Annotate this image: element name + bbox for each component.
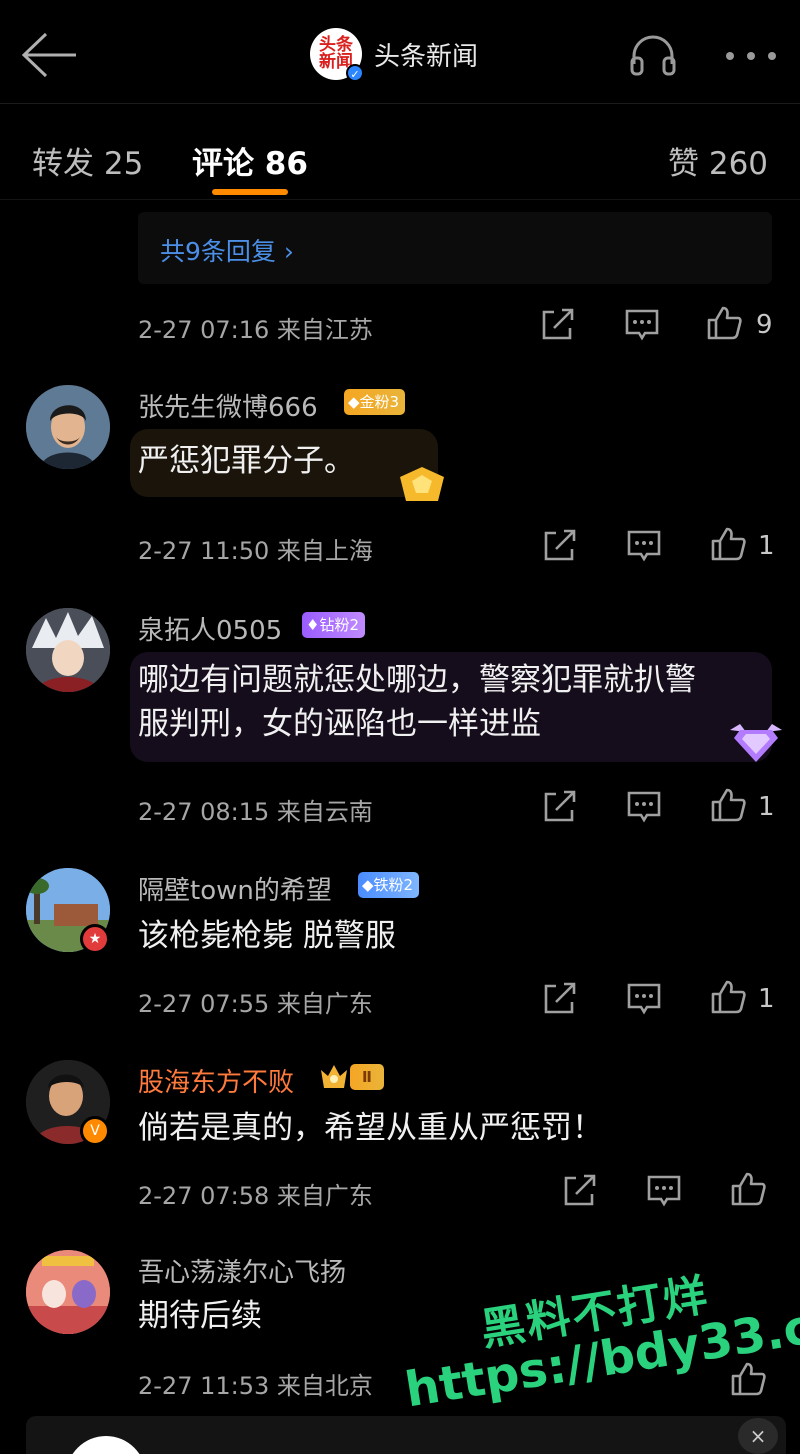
avatar-illustration	[26, 385, 110, 469]
share-icon[interactable]	[542, 529, 578, 563]
tab-bar: 转发 25 评论 86 赞 260	[0, 104, 800, 200]
comment-icon[interactable]	[626, 790, 662, 824]
comment-text: 倘若是真的，希望从重从严惩罚！	[138, 1110, 603, 1146]
avatar[interactable]	[26, 608, 110, 692]
close-icon[interactable]: ×	[738, 1418, 778, 1454]
like-count: 9	[756, 310, 773, 340]
share-icon[interactable]	[540, 308, 576, 342]
comment-text: 该枪毙枪毙 脱警服	[138, 918, 396, 954]
avatar-illustration	[26, 1250, 110, 1334]
account-header[interactable]: 头条 新闻 ✓ 头条新闻	[310, 28, 479, 82]
like-count: 1	[758, 531, 775, 561]
avatar[interactable]	[26, 1250, 110, 1334]
username[interactable]: 泉拓人0505	[138, 610, 282, 647]
tab-likes[interactable]: 赞 260	[668, 138, 768, 183]
brand-logo: 头条 新闻 ✓	[310, 28, 364, 82]
comment-icon[interactable]	[624, 308, 660, 342]
username[interactable]: 吾心荡漾尔心飞扬	[138, 1252, 346, 1289]
comment-text-line-2: 服判刑，女的诬陷也一样进监	[138, 706, 541, 742]
tab-reposts[interactable]: 转发 25	[32, 138, 143, 183]
comment-meta: 2-27 11:50 来自上海	[138, 537, 373, 565]
more-dots-icon[interactable]	[722, 46, 780, 66]
verified-icon: ✓	[346, 64, 364, 82]
comment-text: 严惩犯罪分子。	[138, 443, 355, 479]
comment-item: 2-27 07:16 来自江苏 9	[0, 300, 800, 360]
comment-icon[interactable]	[646, 1174, 682, 1208]
fan-badge: ♦钻粉2	[302, 612, 365, 638]
thumbs-up-icon[interactable]	[730, 1172, 766, 1206]
comment-icon[interactable]	[626, 982, 662, 1016]
fan-badge: ◆铁粉2	[358, 872, 420, 898]
brand-name: 头条新闻	[374, 41, 479, 72]
comment-meta: 2-27 07:58 来自广东	[138, 1182, 373, 1210]
comment-text-line-1: 哪边有问题就惩处哪边，警察犯罪就扒警	[138, 662, 696, 698]
top-bar: 头条 新闻 ✓ 头条新闻	[0, 0, 800, 104]
thumbs-up-icon[interactable]	[706, 306, 742, 340]
username[interactable]: 隔壁town的希望	[138, 870, 332, 907]
thumbs-up-icon[interactable]	[710, 788, 746, 822]
replies-box: 共9条回复 ›	[138, 212, 772, 284]
comment-item: ★ 隔壁town的希望 ◆铁粉2 该枪毙枪毙 脱警服 2-27 07:55 来自…	[0, 868, 800, 1028]
back-arrow-icon[interactable]	[18, 30, 78, 80]
fan-badge: ◆金粉3	[344, 389, 406, 415]
thumbs-up-icon[interactable]	[710, 527, 746, 561]
comment-item: V 股海东方不败 Ⅱ 倘若是真的，希望从重从严惩罚！ 2-27 07:58 来自…	[0, 1060, 800, 1220]
comment-item: 张先生微博666 ◆金粉3 严惩犯罪分子。 2-27 11:50 来自上海 1	[0, 385, 800, 575]
comment-item: 泉拓人0505 ♦钻粉2 哪边有问题就惩处哪边，警察犯罪就扒警 服判刑，女的诬陷…	[0, 608, 800, 828]
share-icon[interactable]	[542, 790, 578, 824]
thumbs-up-icon[interactable]	[710, 980, 746, 1014]
promo-logo-icon	[66, 1436, 146, 1454]
crown-icon	[321, 1065, 347, 1088]
share-icon[interactable]	[562, 1174, 598, 1208]
fan-badge: Ⅱ	[350, 1064, 384, 1090]
gold-crown-icon	[400, 467, 444, 501]
avatar-illustration	[26, 608, 110, 692]
username[interactable]: 股海东方不败	[138, 1062, 294, 1099]
like-count: 1	[758, 984, 775, 1014]
red-star-badge-icon: ★	[80, 924, 110, 954]
share-icon[interactable]	[542, 982, 578, 1016]
comment-text: 期待后续	[138, 1298, 262, 1334]
comment-meta: 2-27 07:55 来自广东	[138, 990, 373, 1018]
verified-v-badge-icon: V	[80, 1116, 110, 1146]
username[interactable]: 张先生微博666	[138, 387, 318, 424]
purple-diamond-icon	[730, 724, 782, 762]
like-count: 1	[758, 792, 775, 822]
view-replies-link[interactable]: 共9条回复 ›	[160, 232, 294, 268]
comment-icon[interactable]	[626, 529, 662, 563]
avatar[interactable]	[26, 385, 110, 469]
comment-meta: 2-27 07:16 来自江苏	[138, 316, 373, 344]
headset-icon[interactable]	[628, 34, 678, 78]
tab-comments[interactable]: 评论 86	[192, 138, 308, 183]
active-tab-indicator	[212, 189, 288, 195]
comment-meta: 2-27 08:15 来自云南	[138, 798, 373, 826]
comment-meta: 2-27 11:53 来自北京	[138, 1372, 373, 1400]
